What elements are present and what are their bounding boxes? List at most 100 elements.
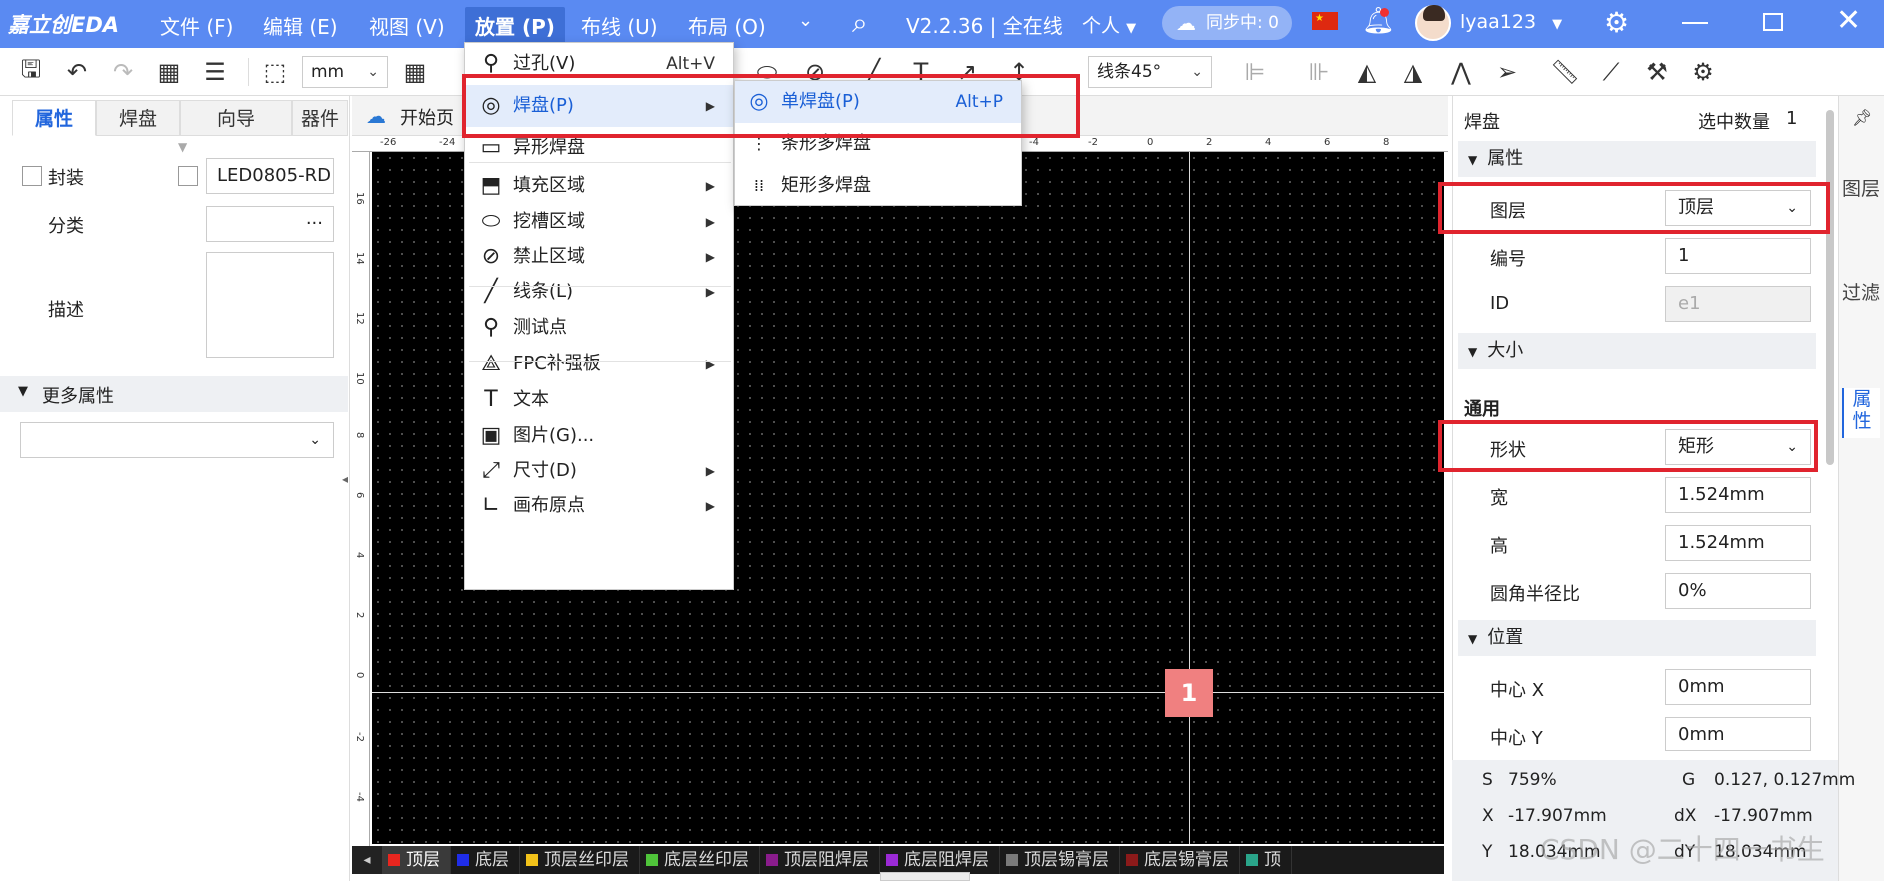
distribute-icon[interactable]: ⊪ (1302, 55, 1336, 89)
line-mode-select[interactable]: 线条45° ⌄ (1088, 56, 1212, 88)
user-avatar[interactable] (1415, 5, 1451, 41)
section-properties-label: 属性 (1487, 148, 1524, 169)
layer-tab-6[interactable]: 顶层锡膏层 (1000, 846, 1120, 874)
sync-status-button[interactable]: ☁ 同步中: 0 (1162, 6, 1292, 40)
right-panel-scrollbar[interactable] (1826, 110, 1834, 465)
section-size[interactable]: ▼ 大小 (1458, 333, 1816, 369)
mode-selector[interactable]: 个人 ▼ (1082, 11, 1136, 38)
grid-view-icon[interactable]: ▦ (152, 55, 186, 89)
description-field[interactable] (206, 252, 334, 358)
place-menu-item-12[interactable]: ∟ 画布原点 ▶ (465, 485, 733, 527)
tab-pads[interactable]: 焊盘 (96, 100, 180, 136)
ruler-tick-label: 2 (1206, 137, 1213, 148)
chevron-down-icon: ▼ (1552, 17, 1563, 32)
mirror-icon[interactable]: ⋀ (1444, 55, 1478, 89)
number-field[interactable]: 1 (1665, 238, 1811, 274)
close-icon[interactable]: ✕ (1836, 3, 1861, 38)
category-field[interactable]: ··· (206, 206, 334, 242)
place-menu-item-label: 文本 (513, 389, 549, 410)
package-value-checkbox[interactable] (178, 166, 198, 186)
notification-bell-icon[interactable]: 🔔︎ (1362, 6, 1395, 36)
pad-shape[interactable]: 1 (1165, 669, 1213, 717)
package-field[interactable]: LED0805-RD (206, 158, 334, 194)
package-checkbox[interactable] (22, 166, 42, 186)
username-menu[interactable]: lyaa123 ▼ (1460, 11, 1562, 33)
layer-name: 顶层丝印层 (544, 850, 629, 870)
section-position[interactable]: ▼ 位置 (1458, 620, 1816, 656)
side-tab-layers[interactable]: 图层 (1842, 178, 1880, 228)
tab-wizard[interactable]: 向导 (180, 100, 292, 136)
restore-window-icon[interactable] (1763, 13, 1783, 31)
layer-scroll-left-icon[interactable]: ◂ (352, 846, 382, 874)
height-field[interactable]: 1.524mm (1665, 525, 1811, 561)
settings-gear-icon[interactable]: ⚙ (1604, 6, 1629, 39)
left-panel: 属性 焊盘 向导 器件 ▼ 封装 LED0805-RD 分类 ··· 描述 ▼ … (0, 96, 350, 881)
tab-start-page[interactable]: 开始页 (400, 104, 454, 130)
save-icon[interactable]: 🖫 (14, 55, 48, 89)
more-properties-select[interactable]: ⌄ (20, 422, 334, 458)
layer-color-swatch (1126, 854, 1138, 866)
ruler-measure-icon[interactable]: 📏︎ (1548, 55, 1582, 89)
corner-ratio-field[interactable]: 0% (1665, 573, 1811, 609)
flip-horizontal-icon[interactable]: ◭ (1350, 55, 1384, 89)
find-list-icon[interactable]: ☰ (198, 55, 232, 89)
pin-icon[interactable]: 📌︎ (1852, 108, 1872, 127)
layer-tab-0[interactable]: 顶层 (382, 846, 451, 874)
layer-color-swatch (457, 854, 469, 866)
section-properties[interactable]: ▼ 属性 (1458, 141, 1816, 177)
menu-edit[interactable]: 编辑 (E) (263, 11, 338, 40)
tab-properties[interactable]: 属性 (12, 100, 96, 136)
menu-route[interactable]: 布线 (U) (581, 11, 658, 40)
layer-tab-2[interactable]: 顶层丝印层 (520, 846, 640, 874)
crosshair-horizontal (372, 692, 1444, 693)
center-x-label: 中心 X (1490, 680, 1545, 701)
app-logo: 嘉立创EDA (8, 13, 120, 37)
zoom-area-icon[interactable]: ⬚ (258, 55, 292, 89)
ruler-tick-label: 6 (354, 492, 365, 499)
ruler-tick-label: 14 (354, 252, 365, 265)
menu-file[interactable]: 文件 (F) (160, 11, 233, 40)
width-field[interactable]: 1.524mm (1665, 477, 1811, 513)
minimize-icon[interactable] (1682, 22, 1708, 24)
grid-settings-icon[interactable]: ▦ (398, 55, 432, 89)
menu-layout[interactable]: 布局 (O) (688, 11, 766, 40)
layer-tab-3[interactable]: 底层丝印层 (640, 846, 760, 874)
undo-icon[interactable]: ↶ (60, 55, 94, 89)
chevron-down-icon[interactable]: ⌄ (798, 10, 813, 31)
center-x-field[interactable]: 0mm (1665, 669, 1811, 705)
ruler-tick-label: -24 (439, 137, 456, 148)
ruler-tick-label: 8 (1383, 137, 1390, 148)
ruler-tick-label: 10 (354, 372, 365, 385)
design-check-icon[interactable]: ⚒ (1640, 55, 1674, 89)
cloud-icon: ☁ (366, 104, 386, 128)
side-tab-filter[interactable]: 过滤 (1842, 282, 1880, 332)
layer-tab-1[interactable]: 底层 (451, 846, 520, 874)
tab-devices[interactable]: 器件 (292, 100, 348, 136)
number-label: 编号 (1490, 249, 1526, 270)
bottom-resize-handle[interactable] (880, 872, 970, 881)
unit-select[interactable]: mm ⌄ (302, 56, 388, 88)
ruler-tick-label: 0 (1147, 137, 1154, 148)
collapse-left-panel-icon[interactable]: ◂ (342, 472, 348, 486)
flip-vertical-icon[interactable]: ◮ (1396, 55, 1430, 89)
center-y-field[interactable]: 0mm (1665, 717, 1811, 751)
section-size-label: 大小 (1487, 340, 1524, 361)
layer-tab-8[interactable]: 顶 (1240, 846, 1292, 874)
layer-tab-4[interactable]: 顶层阻焊层 (760, 846, 880, 874)
collapse-caret-icon: ▼ (1468, 632, 1478, 646)
redo-icon[interactable]: ↷ (106, 55, 140, 89)
side-tab-properties[interactable]: 属性 (1842, 388, 1880, 438)
align-icon[interactable]: ⊫ (1238, 55, 1272, 89)
layer-tab-7[interactable]: 底层锡膏层 (1120, 846, 1240, 874)
connect-icon[interactable]: ⟋ (1594, 55, 1628, 89)
toolbar-settings-icon[interactable]: ⚙ (1686, 55, 1720, 89)
menu-place[interactable]: 放置 (P) (465, 7, 565, 44)
submenu-matrix-pads[interactable]: ⁞⁞ 矩形多焊盘 (735, 165, 1021, 207)
layer-tab-5[interactable]: 底层阻焊层 (880, 846, 1000, 874)
search-icon[interactable]: ⌕ (852, 6, 868, 40)
send-icon[interactable]: ➢ (1490, 55, 1524, 89)
language-flag-icon[interactable]: ★ (1312, 12, 1338, 30)
menu-view[interactable]: 视图 (V) (369, 11, 445, 40)
ruler-tick-label: 6 (1324, 137, 1331, 148)
more-properties-header[interactable]: ▼ 更多属性 (0, 376, 348, 412)
